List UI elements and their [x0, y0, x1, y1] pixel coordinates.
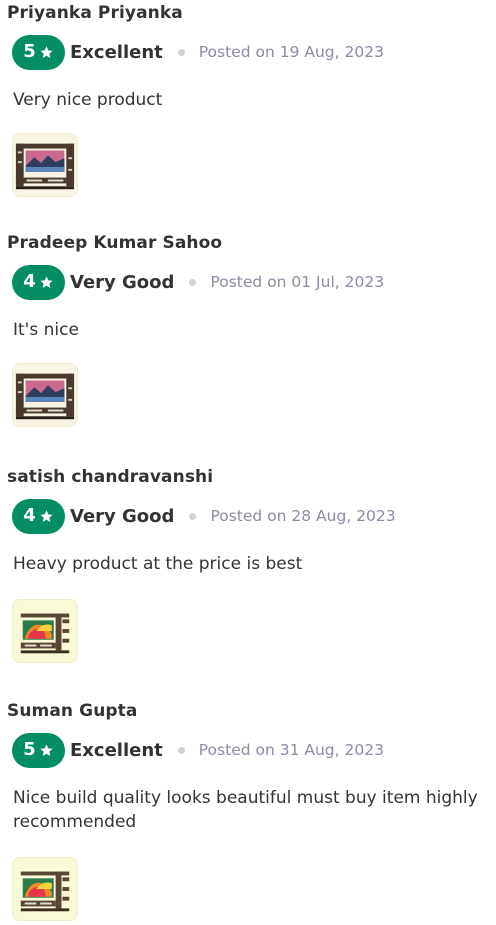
tv-unit-photo-colorful-icon	[13, 858, 77, 920]
star-icon	[40, 743, 53, 756]
rating-label: Excellent	[70, 739, 163, 761]
tv-unit-photo-mountain-icon	[13, 364, 77, 426]
separator-dot-icon	[177, 48, 185, 56]
rating-label: Excellent	[70, 41, 163, 63]
rating-row: 4 Very Good Posted on 28 Aug, 2023	[12, 498, 396, 534]
reviewer-name: Pradeep Kumar Sahoo	[7, 233, 223, 253]
review-text: Nice build quality looks beautiful must …	[13, 788, 478, 832]
reviewer-name: Priyanka Priyanka	[7, 3, 183, 23]
star-icon	[40, 45, 53, 58]
posted-date: Posted on 01 Jul, 2023	[210, 273, 385, 291]
rating-value: 5	[23, 739, 36, 760]
rating-row: 5 Excellent Posted on 19 Aug, 2023	[12, 34, 384, 70]
review-text: Heavy product at the price is best	[13, 554, 303, 574]
rating-value: 4	[23, 505, 36, 526]
review-image-thumbnail[interactable]	[12, 599, 78, 663]
review-image-thumbnail[interactable]	[12, 133, 78, 197]
separator-dot-icon	[189, 512, 197, 520]
review-image-thumbnail[interactable]	[12, 857, 78, 921]
rating-row: 4 Very Good Posted on 01 Jul, 2023	[12, 264, 384, 300]
tv-unit-photo-mountain-icon	[13, 134, 77, 196]
rating-badge: 5	[12, 732, 65, 768]
review-image-thumbnail[interactable]	[12, 363, 78, 427]
separator-dot-icon	[189, 278, 197, 286]
posted-date: Posted on 31 Aug, 2023	[198, 741, 384, 759]
rating-label: Very Good	[70, 271, 175, 293]
star-icon	[40, 275, 53, 288]
reviewer-name: Suman Gupta	[7, 701, 138, 721]
rating-value: 4	[23, 271, 36, 292]
posted-date: Posted on 19 Aug, 2023	[198, 43, 384, 61]
posted-date: Posted on 28 Aug, 2023	[210, 507, 396, 525]
review-text: It's nice	[13, 320, 79, 340]
rating-badge: 5	[12, 34, 65, 70]
star-icon	[40, 509, 53, 522]
review-text: Very nice product	[13, 90, 163, 110]
separator-dot-icon	[177, 746, 185, 754]
rating-badge: 4	[12, 264, 65, 300]
tv-unit-photo-colorful-icon	[13, 600, 77, 662]
rating-badge: 4	[12, 498, 65, 534]
rating-value: 5	[23, 41, 36, 62]
rating-row: 5 Excellent Posted on 31 Aug, 2023	[12, 732, 384, 768]
rating-label: Very Good	[70, 505, 175, 527]
reviewer-name: satish chandravanshi	[7, 467, 214, 487]
